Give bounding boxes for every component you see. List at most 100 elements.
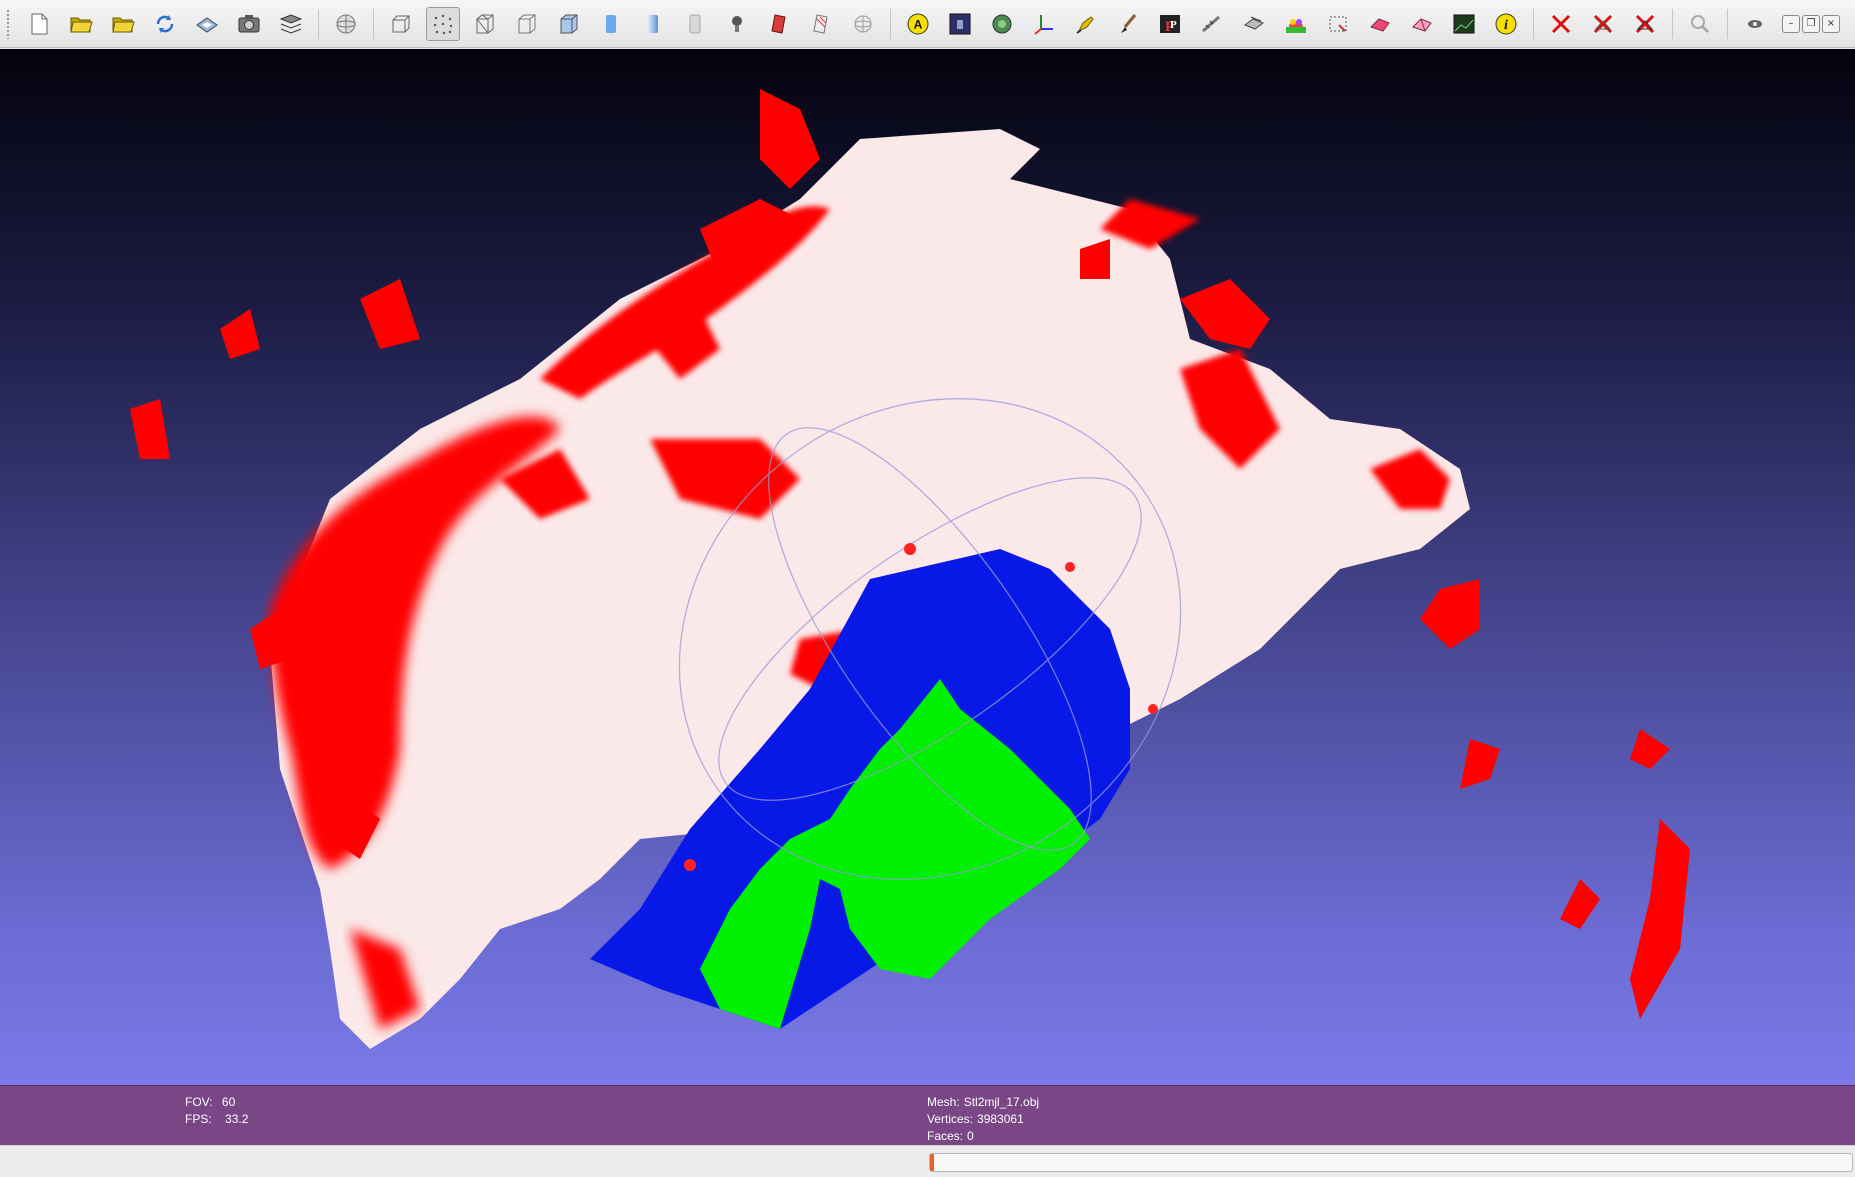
select-vertices-button[interactable] xyxy=(1363,7,1397,41)
open-folder-icon xyxy=(70,17,93,32)
vertices-value: 3983061 xyxy=(977,1112,1024,1126)
smooth-button[interactable] xyxy=(636,7,670,41)
select-connected-icon xyxy=(1412,17,1432,32)
toolbar-separator xyxy=(1672,8,1673,39)
reload-icon xyxy=(156,14,174,33)
flat-button[interactable] xyxy=(594,7,628,41)
reload-button[interactable] xyxy=(148,7,182,41)
view-info: FOV: 60 FPS: 33.2 xyxy=(185,1094,248,1128)
measure-icon xyxy=(1202,15,1220,32)
trackball-button[interactable] xyxy=(329,7,363,41)
bbox-icon xyxy=(392,15,410,32)
faces-value: 0 xyxy=(967,1129,974,1143)
select-faces-button[interactable] xyxy=(1321,7,1355,41)
hidden-lines-icon xyxy=(518,14,536,33)
mesh-label: Mesh: xyxy=(927,1095,960,1109)
fps-value: 33.2 xyxy=(225,1112,249,1126)
open-project-button[interactable] xyxy=(64,7,98,41)
smooth-icon xyxy=(648,14,658,33)
hidden-lines-button[interactable] xyxy=(510,7,544,41)
info-overlay-bar: FOV: 60 FPS: 33.2 Mesh: Stl2mjl_17.obj Ve… xyxy=(0,1085,1855,1146)
layers-icon xyxy=(279,13,303,34)
flat-lines-button[interactable] xyxy=(552,7,586,41)
layers-button[interactable] xyxy=(274,7,308,41)
save-button[interactable] xyxy=(190,7,224,41)
brush-button[interactable] xyxy=(1111,7,1145,41)
fps-row: FPS: 33.2 xyxy=(185,1111,248,1128)
import-folder-icon xyxy=(112,17,135,32)
raster-button[interactable] xyxy=(1447,7,1481,41)
fancy-lighting-button[interactable] xyxy=(762,7,796,41)
sphere-icon xyxy=(854,15,872,32)
render-mode-button[interactable] xyxy=(985,7,1019,41)
shader-button[interactable] xyxy=(943,7,977,41)
color-button[interactable] xyxy=(1279,7,1313,41)
svg-text:A: A xyxy=(914,17,923,31)
flat-icon xyxy=(606,14,616,33)
delete-faces-button[interactable] xyxy=(1544,7,1578,41)
annotation-button[interactable]: A xyxy=(901,7,935,41)
restore-button[interactable]: ❐ xyxy=(1802,14,1820,33)
delete-all-icon xyxy=(1635,14,1655,33)
pick-points-button[interactable]: PP xyxy=(1153,7,1187,41)
import-mesh-button[interactable] xyxy=(106,7,140,41)
select-faces-icon xyxy=(1329,16,1347,32)
delete-vertices-button[interactable] xyxy=(1586,7,1620,41)
camera-icon xyxy=(238,14,260,32)
fov-label: FOV: xyxy=(185,1095,213,1109)
annotation-icon: A xyxy=(907,13,929,34)
axis-icon xyxy=(1034,14,1053,35)
fov-value: 60 xyxy=(221,1095,236,1109)
mesh-value: Stl2mjl_17.obj xyxy=(963,1095,1040,1109)
points-icon xyxy=(433,14,453,34)
snapshot-button[interactable] xyxy=(232,7,266,41)
3d-viewport[interactable] xyxy=(0,49,1855,1085)
minimize-button[interactable]: – xyxy=(1782,14,1800,33)
window-icon xyxy=(1748,19,1762,28)
wireframe-button[interactable] xyxy=(468,7,502,41)
vertices-row: Vertices: 3983061 xyxy=(927,1111,1039,1128)
toolbar-separator xyxy=(1533,8,1534,39)
toolbar-separator xyxy=(1727,8,1728,39)
paint-button[interactable] xyxy=(1069,7,1103,41)
info-button[interactable]: i xyxy=(1489,7,1523,41)
window-menu-button[interactable] xyxy=(1738,7,1772,41)
search-button[interactable] xyxy=(1683,7,1717,41)
delete-all-button[interactable] xyxy=(1628,7,1662,41)
trackball-icon xyxy=(336,14,356,33)
faces-row: Faces: 0 xyxy=(927,1128,1039,1145)
point-cloud-render xyxy=(130,89,1690,1049)
mesh-row: Mesh: Stl2mjl_17.obj xyxy=(927,1094,1039,1111)
backface-culling-button[interactable] xyxy=(846,7,880,41)
toolbar-separator xyxy=(318,8,319,39)
select-connected-button[interactable] xyxy=(1405,7,1439,41)
window-controls: – ❐ × xyxy=(1782,14,1840,33)
render-mode-icon xyxy=(992,14,1012,33)
shader-icon xyxy=(949,13,971,34)
double-light-icon xyxy=(813,13,828,34)
fancy-light-icon xyxy=(771,13,786,34)
mesh-info: Mesh: Stl2mjl_17.obj Vertices: 3983061 Fac… xyxy=(927,1094,1039,1145)
delete-vertices-icon xyxy=(1593,14,1613,33)
measure-button[interactable] xyxy=(1195,7,1229,41)
points-button[interactable] xyxy=(426,6,460,41)
align-button[interactable] xyxy=(1237,7,1271,41)
double-lighting-button[interactable] xyxy=(804,7,838,41)
axis-button[interactable] xyxy=(1027,7,1061,41)
search-icon xyxy=(1691,14,1710,33)
toolbar-separator xyxy=(890,8,891,39)
toolbar-grip[interactable] xyxy=(6,8,10,39)
lighting-button[interactable] xyxy=(720,7,754,41)
vertices-label: Vertices: xyxy=(927,1112,974,1126)
bbox-button[interactable] xyxy=(384,7,418,41)
svg-text:i: i xyxy=(1504,18,1508,33)
brush-icon xyxy=(1121,13,1137,33)
save-icon xyxy=(196,16,218,33)
faces-label: Faces: xyxy=(927,1129,964,1143)
close-button[interactable]: × xyxy=(1822,14,1840,33)
texture-button[interactable] xyxy=(678,7,712,41)
new-project-button[interactable] xyxy=(22,7,56,41)
fov-row: FOV: 60 xyxy=(185,1094,248,1111)
wireframe-icon xyxy=(476,14,494,33)
status-bar xyxy=(0,1145,1855,1177)
